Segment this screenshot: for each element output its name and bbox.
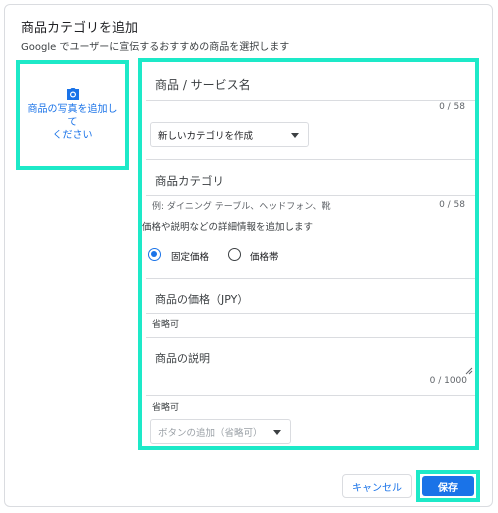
cancel-button[interactable]: キャンセル — [342, 474, 412, 498]
dialog-title: 商品カテゴリを追加 — [21, 21, 139, 36]
divider — [146, 337, 475, 338]
fixed-price-radio[interactable] — [148, 248, 161, 261]
resize-grip-icon[interactable] — [465, 367, 473, 375]
divider — [146, 100, 475, 101]
divider — [146, 195, 475, 196]
price-range-label: 価格帯 — [250, 252, 279, 263]
product-category-input[interactable]: 商品カテゴリ — [155, 173, 224, 189]
add-photo-button[interactable]: 商品の写真を追加して ください — [16, 60, 129, 170]
description-counter: 0 / 1000 — [429, 376, 467, 386]
details-note: 価格や説明などの詳細情報を追加します — [142, 222, 314, 233]
description-optional-label: 省略可 — [152, 403, 180, 413]
add-button-select[interactable]: ボタンの追加（省略可） — [150, 419, 291, 444]
product-category-counter: 0 / 58 — [439, 200, 465, 210]
price-range-radio[interactable] — [228, 248, 241, 261]
divider — [146, 278, 475, 279]
product-description-input[interactable]: 商品の説明 — [155, 350, 210, 366]
save-button[interactable]: 保存 — [422, 476, 474, 496]
category-select[interactable]: 新しいカテゴリを作成 — [150, 122, 309, 147]
price-optional-label: 省略可 — [152, 320, 180, 330]
add-button-select-value: ボタンの追加（省略可） — [158, 427, 263, 439]
camera-icon — [66, 88, 79, 100]
chevron-down-icon — [273, 430, 281, 435]
divider — [146, 159, 475, 160]
product-name-input[interactable]: 商品 / サービス名 — [155, 76, 251, 93]
product-name-counter: 0 / 58 — [439, 102, 465, 112]
add-photo-label: 商品の写真を追加して ください — [27, 104, 118, 141]
product-price-input[interactable]: 商品の価格（JPY） — [155, 291, 248, 307]
divider — [146, 395, 475, 396]
dialog-subtitle: Google でユーザーに宣伝するおすすめの商品を選択します — [21, 42, 290, 53]
product-category-hint: 例: ダイニング テーブル、ヘッドフォン、靴 — [152, 202, 331, 212]
divider — [146, 313, 475, 314]
category-select-value: 新しいカテゴリを作成 — [158, 130, 254, 142]
product-form: 商品 / サービス名 0 / 58 新しいカテゴリを作成 商品カテゴリ 例: ダ… — [138, 58, 479, 450]
fixed-price-label: 固定価格 — [171, 252, 210, 263]
save-button-highlight: 保存 — [416, 470, 480, 502]
chevron-down-icon — [291, 133, 299, 138]
